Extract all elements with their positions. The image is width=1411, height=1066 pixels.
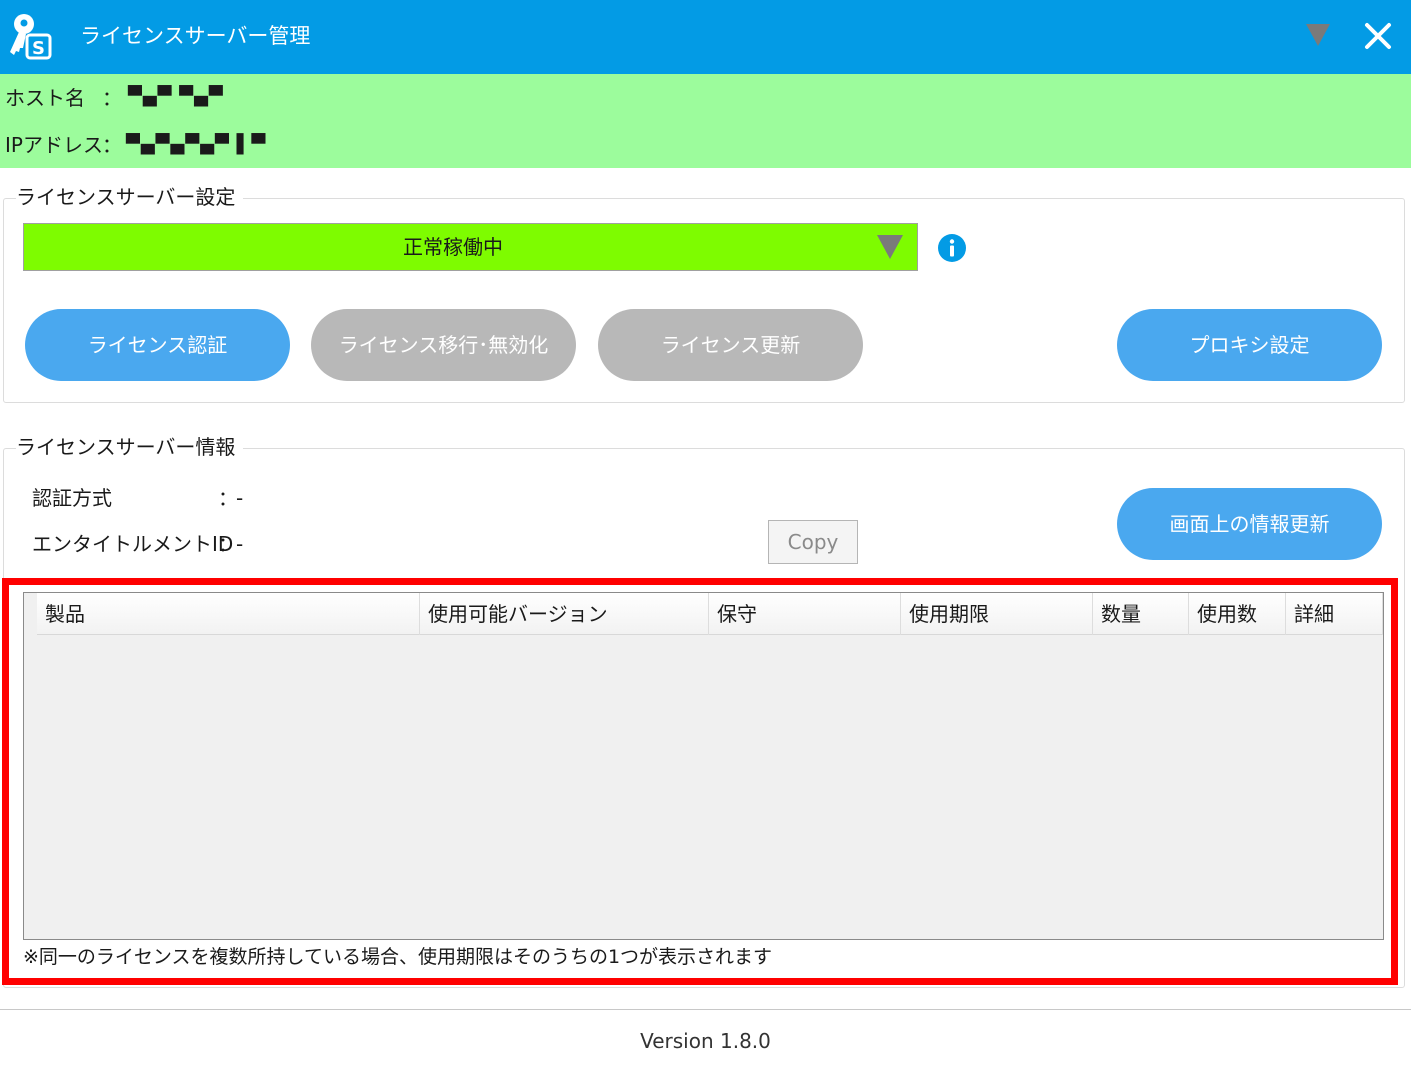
column-header-quantity[interactable]: 数量 [1093,593,1189,635]
triangle-down-icon[interactable] [1302,20,1334,48]
table-note: ※同一のライセンスを複数所持している場合、使用期限はそのうちの1つが表示されます [23,946,773,968]
triangle-down-icon [877,235,903,259]
footer-divider [0,1009,1411,1010]
column-header-maintenance[interactable]: 保守 [709,593,901,635]
server-info-legend: ライセンスサーバー情報 [16,434,244,460]
column-header-product[interactable]: 製品 [37,593,420,635]
entitlement-id-separator: ： [218,532,238,556]
license-renew-button: ライセンス更新 [598,309,863,381]
column-header-in-use[interactable]: 使用数 [1189,593,1286,635]
refresh-info-button[interactable]: 画面上の情報更新 [1117,488,1382,560]
hostname-label: ホスト名 [5,86,85,110]
window-title: ライセンスサーバー管理 [80,24,311,48]
license-auth-button[interactable]: ライセンス認証 [25,309,290,381]
entitlement-id-value: - [236,532,244,556]
copy-button: Copy [768,520,858,564]
host-info-bar: ホスト名 ： ▀▄▀ ▀▄▀ IPアドレス ： ▀▄▀▄▀▄▀ ▌▀ [0,74,1411,168]
status-dropdown[interactable]: 正常稼働中 [23,223,918,271]
hostname-separator: ： [102,86,122,110]
version-label: Version 1.8.0 [640,1029,771,1053]
auth-method-value: - [236,486,244,510]
close-icon[interactable] [1362,20,1394,52]
table-header: 製品 使用可能バージョン 保守 使用期限 数量 使用数 詳細 [37,593,1383,635]
ip-separator: ： [102,133,122,157]
svg-text:S: S [32,38,45,59]
auth-method-label: 認証方式 [32,486,112,510]
table-body[interactable] [24,636,1383,939]
column-header-version[interactable]: 使用可能バージョン [420,593,709,635]
status-value: 正常稼働中 [403,235,503,259]
title-bar: S ライセンスサーバー管理 [0,0,1411,74]
license-migrate-button: ライセンス移行･無効化 [311,309,576,381]
key-s-icon: S [10,14,52,60]
info-icon[interactable] [937,233,967,263]
hostname-value: ▀▄▀ ▀▄▀ [128,86,224,107]
ip-label: IPアドレス [5,133,103,157]
license-table[interactable]: 製品 使用可能バージョン 保守 使用期限 数量 使用数 詳細 [23,592,1384,940]
entitlement-id-label: エンタイトルメントID [32,532,234,556]
proxy-settings-button[interactable]: プロキシ設定 [1117,309,1382,381]
column-header-expiry[interactable]: 使用期限 [901,593,1093,635]
column-header-details[interactable]: 詳細 [1286,593,1383,635]
settings-legend: ライセンスサーバー設定 [16,184,244,210]
ip-value: ▀▄▀▄▀▄▀ ▌▀ [126,134,267,155]
auth-method-separator: ： [218,486,238,510]
